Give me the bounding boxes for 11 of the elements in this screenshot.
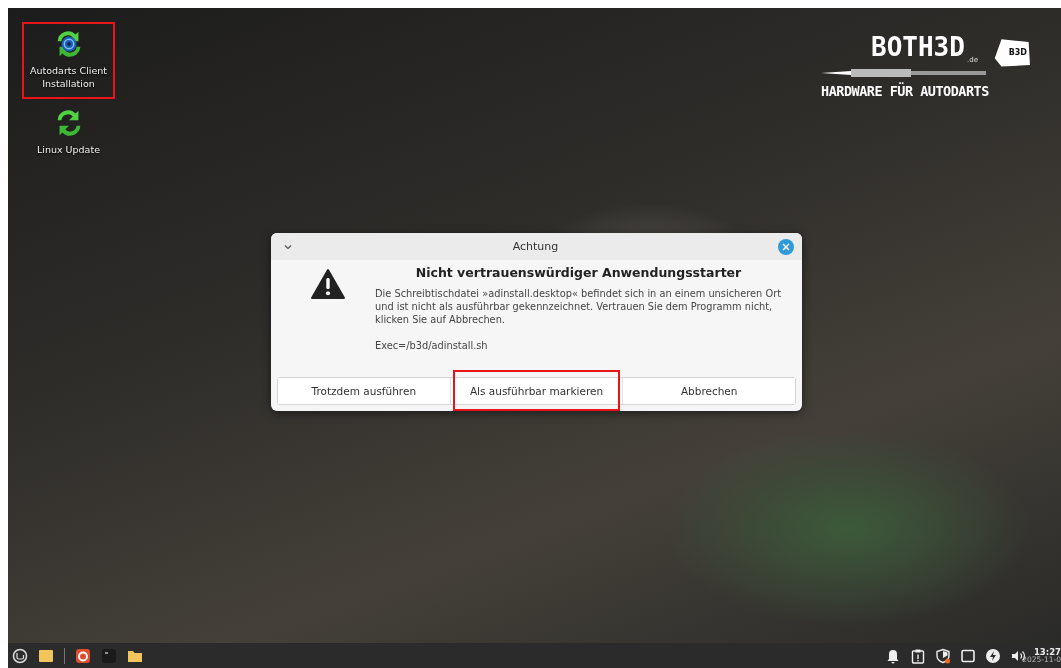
- dialog-message: Die Schreibtischdatei »adinstall.desktop« befindet sich in an einem unsicheren Ort und ist nicht als ausführbar gekennzeichnet. Vertrauen Sie dem Programm nicht, klicken Sie auf Abbrechen.: [375, 288, 782, 327]
- dialog-title: Achtung: [511, 240, 560, 253]
- icon-label: Autodarts Client Installation: [29, 65, 108, 91]
- clock-time: 13:27: [1033, 647, 1061, 656]
- logo-tagline: HARDWARE FÜR AUTODARTS: [821, 83, 989, 99]
- logo-code-text: B3D: [1008, 48, 1027, 57]
- logo-title: BOTH3D: [871, 34, 965, 60]
- exec-command: Exec=/b3d/adinstall.sh: [375, 340, 489, 354]
- desktop-icon[interactable]: Autodarts Client Installation: [22, 22, 115, 99]
- icon-label: Linux Update: [37, 143, 100, 157]
- dialog-heading: Nicht vertrauenswürdiger Anwendungsstarter: [414, 265, 743, 280]
